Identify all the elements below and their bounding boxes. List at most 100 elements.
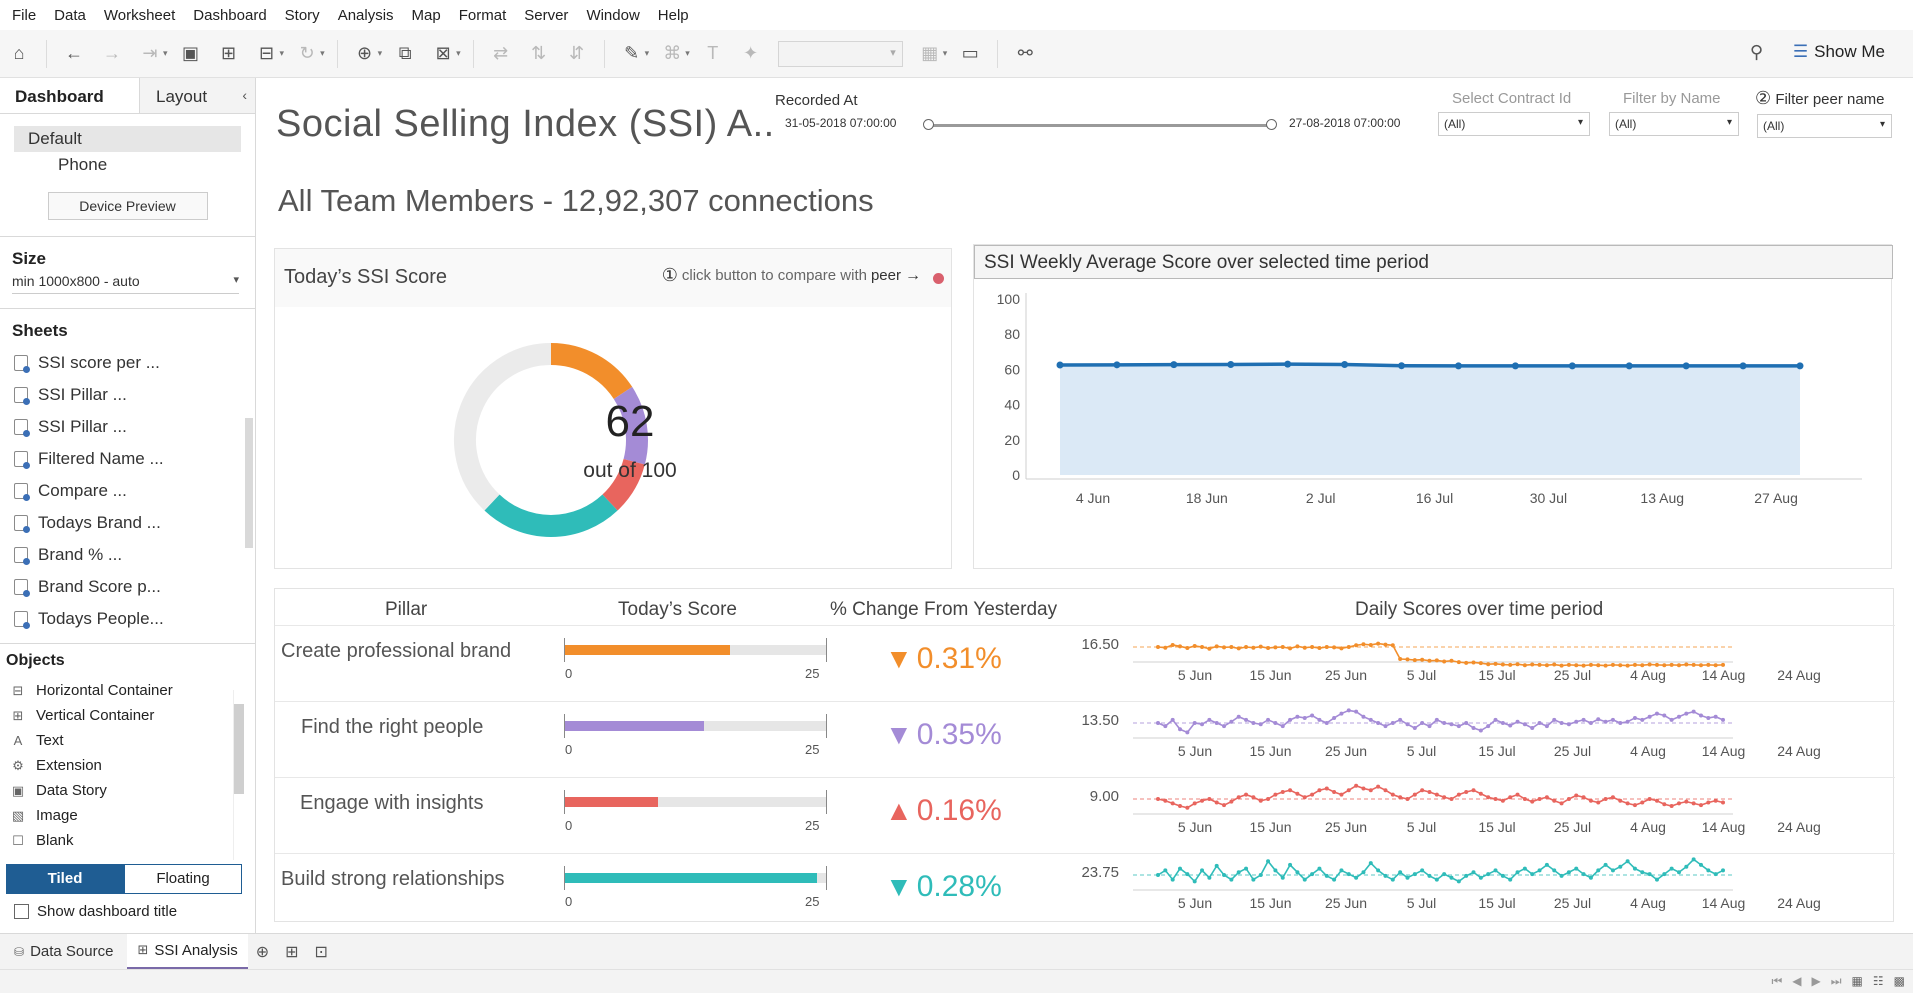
- grid-view-icon[interactable]: ▦: [1852, 974, 1863, 989]
- sheet-item[interactable]: SSI score per ...: [0, 347, 255, 379]
- labels-icon[interactable]: T: [700, 41, 726, 67]
- menu-map[interactable]: Map: [404, 7, 451, 24]
- new-worksheet-icon[interactable]: ⊕: [352, 41, 378, 67]
- menu-file[interactable]: File: [4, 7, 46, 24]
- recorded-at-slider[interactable]: [923, 119, 1277, 130]
- save-icon[interactable]: ▣: [178, 41, 204, 67]
- caret-icon[interactable]: ▾: [456, 48, 461, 59]
- object-item[interactable]: ⊟ Horizontal Container: [0, 678, 255, 703]
- sheet-item[interactable]: Compare ...: [0, 475, 255, 507]
- spark-point: [1427, 724, 1432, 729]
- show-cards-icon[interactable]: ▦: [917, 41, 943, 67]
- next-page-icon[interactable]: ▶: [1812, 974, 1821, 989]
- sheet-item[interactable]: SSI Pillar ...: [0, 379, 255, 411]
- object-item[interactable]: A Text: [0, 728, 255, 753]
- slider-start-handle[interactable]: [923, 119, 934, 130]
- show-me-button[interactable]: ☰ Show Me: [1793, 42, 1885, 62]
- refresh-icon[interactable]: ↻: [294, 41, 320, 67]
- menu-analysis[interactable]: Analysis: [330, 7, 404, 24]
- sort-desc-icon[interactable]: ⇵: [564, 41, 590, 67]
- sheet-item[interactable]: Todays People...: [0, 603, 255, 635]
- object-item[interactable]: ▣ Data Story: [0, 778, 255, 803]
- caret-icon[interactable]: ▾: [378, 48, 383, 59]
- new-worksheet-tab-icon[interactable]: ⊕: [256, 942, 269, 962]
- object-item[interactable]: ☐ Blank: [0, 828, 255, 853]
- sheet-item[interactable]: Brand % ...: [0, 539, 255, 571]
- tab-layout[interactable]: Layout ‹: [140, 78, 255, 113]
- menu-help[interactable]: Help: [650, 7, 699, 24]
- device-preview-button[interactable]: Device Preview: [47, 192, 208, 220]
- new-datasource-icon[interactable]: ⊞: [216, 41, 242, 67]
- sheets-scrollbar[interactable]: [245, 418, 253, 548]
- duplicate-icon[interactable]: ⧉: [392, 41, 418, 67]
- sheet-item[interactable]: SSI Pillar ...: [0, 411, 255, 443]
- tab-dashboard[interactable]: Dashboard: [0, 78, 140, 113]
- object-item[interactable]: ▧ Image: [0, 803, 255, 828]
- new-story-tab-icon[interactable]: ⊡: [315, 942, 328, 962]
- caret-icon[interactable]: ▾: [645, 48, 650, 59]
- filter-contract-select[interactable]: (All): [1438, 112, 1590, 136]
- pillar-change: ▲ 0.16%: [885, 794, 1002, 828]
- undo-icon[interactable]: ←: [61, 41, 87, 67]
- share-icon[interactable]: ⚯: [1012, 41, 1038, 67]
- filter-name-select[interactable]: (All): [1609, 112, 1739, 136]
- y-tick-label: 60: [1004, 361, 1020, 377]
- new-dashboard-tab-icon[interactable]: ⊞: [285, 942, 298, 962]
- daily-sparkline: 5 Jun 15 Jun 25 Jun 5 Jul 15 Jul 25 Jul 4 Aug 1…: [1133, 708, 1821, 759]
- menu-format[interactable]: Format: [451, 7, 517, 24]
- redo-alt-icon[interactable]: ⇥: [137, 41, 163, 67]
- menu-dashboard[interactable]: Dashboard: [185, 7, 276, 24]
- device-phone[interactable]: Phone: [0, 152, 241, 178]
- menu-story[interactable]: Story: [277, 7, 330, 24]
- object-item[interactable]: ⊞ Vertical Container: [0, 703, 255, 728]
- fit-dropdown[interactable]: [777, 40, 903, 67]
- tab-ssi-analysis[interactable]: ⊞ SSI Analysis: [127, 933, 248, 970]
- objects-scrollbar[interactable]: [233, 690, 244, 860]
- object-item[interactable]: ⚙ Extension: [0, 753, 255, 778]
- list-view-icon[interactable]: ☷: [1873, 974, 1884, 989]
- redo-icon[interactable]: →: [99, 41, 125, 67]
- pin-icon[interactable]: ⚲: [1750, 42, 1763, 63]
- filmstrip-view-icon[interactable]: ▩: [1894, 974, 1905, 989]
- prev-page-icon[interactable]: ◀: [1792, 974, 1801, 989]
- caret-icon[interactable]: ▾: [280, 48, 285, 59]
- caret-icon[interactable]: ▾: [943, 48, 948, 59]
- home-icon[interactable]: ⌂: [6, 41, 32, 67]
- collapse-panel-icon[interactable]: ‹: [242, 87, 247, 103]
- x-tick-label: 4 Jun: [1076, 490, 1110, 506]
- menu-worksheet[interactable]: Worksheet: [96, 7, 185, 24]
- sheet-item[interactable]: Todays Brand ...: [0, 507, 255, 539]
- show-dashboard-title-checkbox[interactable]: Show dashboard title: [14, 903, 177, 920]
- swap-icon[interactable]: ⇄: [488, 41, 514, 67]
- sheet-item[interactable]: Brand Score p...: [0, 571, 255, 603]
- fix-axes-icon[interactable]: ✦: [738, 41, 764, 67]
- device-default[interactable]: Default: [14, 126, 241, 152]
- sheet-item[interactable]: Filtered Name ...: [0, 443, 255, 475]
- worksheet-icon: [14, 547, 30, 565]
- menu-server[interactable]: Server: [516, 7, 578, 24]
- spark-point: [1229, 719, 1234, 724]
- size-select[interactable]: min 1000x800 - auto: [12, 273, 239, 294]
- tiled-button[interactable]: Tiled: [6, 864, 124, 894]
- tab-data-source[interactable]: ⛁ Data Source: [0, 934, 127, 970]
- sort-asc-icon[interactable]: ⇅: [526, 41, 552, 67]
- spark-point: [1266, 859, 1271, 864]
- last-page-icon[interactable]: ⏭: [1831, 974, 1842, 989]
- filter-peer-select[interactable]: (All): [1757, 114, 1892, 138]
- pillar-score-fill: [565, 797, 658, 807]
- clear-sheet-icon[interactable]: ⊠: [430, 41, 456, 67]
- first-page-icon[interactable]: ⏮: [1771, 974, 1782, 989]
- menu-window[interactable]: Window: [578, 7, 649, 24]
- caret-icon[interactable]: ▾: [685, 48, 690, 59]
- highlight-icon[interactable]: ✎: [619, 41, 645, 67]
- presentation-icon[interactable]: ▭: [957, 41, 983, 67]
- menu-data[interactable]: Data: [46, 7, 96, 24]
- compare-peer-button[interactable]: [933, 273, 944, 284]
- floating-button[interactable]: Floating: [124, 864, 242, 894]
- slider-end-handle[interactable]: [1266, 119, 1277, 130]
- caret-icon[interactable]: ▾: [320, 48, 325, 59]
- group-icon[interactable]: ⌘: [659, 41, 685, 67]
- caret-icon[interactable]: ▾: [163, 48, 168, 59]
- spark-point: [1515, 662, 1520, 667]
- pause-updates-icon[interactable]: ⊟: [254, 41, 280, 67]
